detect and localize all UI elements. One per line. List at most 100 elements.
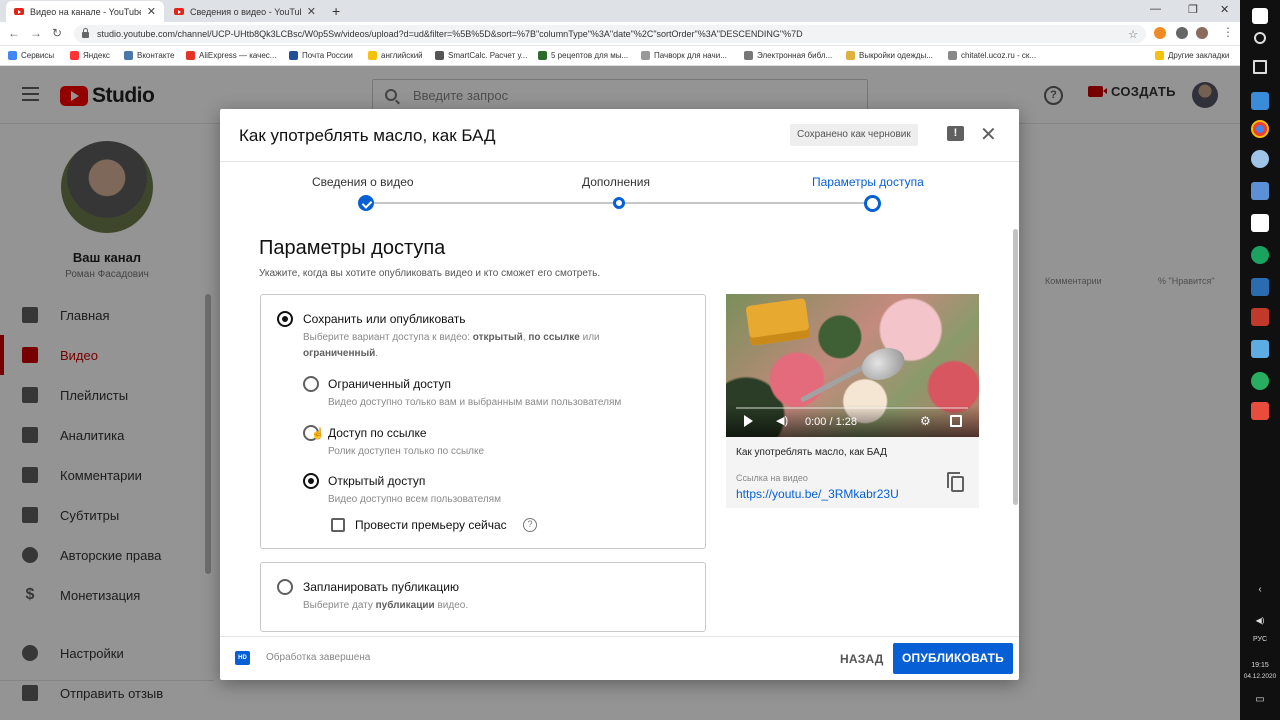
bookmark-item[interactable]: Яндекс <box>70 51 110 60</box>
app-icon[interactable] <box>1251 372 1269 390</box>
player-progress-bar[interactable] <box>736 407 968 409</box>
hd-badge: HD <box>235 651 250 665</box>
hint-text: или <box>579 332 600 343</box>
reload-icon[interactable]: ↻ <box>52 26 62 40</box>
back-button[interactable]: НАЗАД <box>834 644 890 674</box>
publish-button[interactable]: ОПУБЛИКОВАТЬ <box>893 643 1013 674</box>
video-link[interactable]: https://youtu.be/_3RMkabr23U <box>736 487 899 501</box>
private-radio[interactable] <box>303 376 319 392</box>
preview-video-title: Как употреблять масло, как БАД <box>736 447 887 458</box>
close-window-icon[interactable]: ✕ <box>1220 3 1229 16</box>
other-bookmarks[interactable]: Другие закладки <box>1155 51 1229 60</box>
app-icon[interactable] <box>1251 278 1269 296</box>
schedule-card: Запланировать публикацию Выберите дату п… <box>260 562 706 632</box>
bookmark-item[interactable]: 5 рецептов для мы... <box>538 51 628 60</box>
step-dot[interactable] <box>613 197 625 209</box>
browser-tab-studio-videos[interactable]: Видео на канале - YouTube Studi ✕ <box>6 1 164 22</box>
search-icon[interactable] <box>1254 32 1266 44</box>
hint-text: . <box>375 348 379 359</box>
sewing-icon <box>846 51 855 60</box>
save-publish-radio[interactable] <box>277 311 293 327</box>
app-icon[interactable] <box>1251 92 1269 110</box>
bookmark-item[interactable]: английский <box>368 51 423 60</box>
minimize-icon[interactable]: — <box>1150 3 1161 15</box>
back-arrow-icon[interactable]: ← <box>8 26 20 40</box>
bookmark-item[interactable]: Вконтакте <box>124 51 174 60</box>
bookmark-item[interactable]: Выкройки одежды... <box>846 51 933 60</box>
tray-chevron-icon[interactable]: ‹ <box>1240 584 1280 595</box>
bookmark-star-icon[interactable]: ☆ <box>1128 28 1138 41</box>
copy-icon[interactable] <box>947 472 964 492</box>
fullscreen-icon[interactable] <box>950 415 962 427</box>
step-current-dot[interactable] <box>864 195 881 212</box>
volume-icon[interactable]: ◀) <box>776 416 788 427</box>
notifications-icon[interactable]: ▭ <box>1240 694 1280 705</box>
close-tab-icon[interactable]: ✕ <box>307 5 316 18</box>
library-icon <box>744 51 753 60</box>
clock-date[interactable]: 04.12.2020 <box>1240 673 1280 680</box>
schedule-radio[interactable] <box>277 579 293 595</box>
save-publish-hint: Выберите вариант доступа к видео: открыт… <box>303 332 600 343</box>
volume-tray-icon[interactable]: ◀) <box>1240 616 1280 625</box>
tab-title: Видео на канале - YouTube Studi <box>30 6 141 17</box>
smartcalc-icon <box>435 51 444 60</box>
app-icon[interactable] <box>1251 308 1269 326</box>
bookmark-label: SmartCalc. Расчет у... <box>448 51 528 60</box>
browser-menu-icon[interactable]: ⋮ <box>1222 25 1234 39</box>
task-view-icon[interactable] <box>1253 60 1267 74</box>
gear-icon[interactable]: ⚙ <box>920 415 931 427</box>
extension-icon[interactable] <box>1154 27 1166 39</box>
bookmark-item[interactable]: AliExpress — качес... <box>186 51 276 60</box>
language-indicator[interactable]: РУС <box>1240 636 1280 643</box>
close-icon[interactable]: ✕ <box>980 122 997 147</box>
app-icon[interactable] <box>1251 150 1269 168</box>
profile-avatar-icon[interactable] <box>1196 27 1208 39</box>
bookmark-item[interactable]: chitatel.ucoz.ru - ск... <box>948 51 1036 60</box>
restore-icon[interactable]: ❐ <box>1188 3 1198 16</box>
vk-icon <box>124 51 133 60</box>
bookmark-item[interactable]: Электронная библ... <box>744 51 832 60</box>
premiere-checkbox[interactable] <box>331 518 345 532</box>
step-visibility[interactable]: Параметры доступа <box>812 175 924 189</box>
extensions-puzzle-icon[interactable] <box>1176 27 1188 39</box>
close-tab-icon[interactable]: ✕ <box>147 5 156 18</box>
lock-icon <box>82 28 89 38</box>
step-extras[interactable]: Дополнения <box>582 175 650 189</box>
clock-time[interactable]: 19:15 <box>1240 662 1280 669</box>
app-icon[interactable] <box>1251 214 1269 232</box>
video-player[interactable]: ◀) 0:00 / 1:28 ⚙ <box>726 294 979 437</box>
chrome-icon[interactable] <box>1251 120 1269 138</box>
step-done-check-icon[interactable] <box>358 195 374 211</box>
youtube-favicon-icon <box>14 8 24 15</box>
app-icon[interactable] <box>1251 182 1269 200</box>
public-radio[interactable] <box>303 473 319 489</box>
ucoz-icon <box>948 51 957 60</box>
app-icon[interactable] <box>1251 340 1269 358</box>
report-feedback-icon[interactable]: ! <box>947 126 964 141</box>
player-time: 0:00 / 1:28 <box>805 416 857 428</box>
page-icon <box>641 51 650 60</box>
address-bar[interactable]: studio.youtube.com/channel/UCP-UHtb8Qk3L… <box>74 25 1146 43</box>
save-publish-card: Сохранить или опубликовать Выберите вари… <box>260 294 706 549</box>
footer-divider <box>220 636 1019 637</box>
bookmark-item[interactable]: Пачворк для начи... <box>641 51 727 60</box>
play-icon[interactable] <box>744 415 753 427</box>
dialog-scrollbar[interactable] <box>1013 229 1018 505</box>
bookmark-item[interactable]: Сервисы <box>8 51 54 60</box>
bookmark-label: Выкройки одежды... <box>859 51 933 60</box>
unlisted-hint: Ролик доступен только по ссылке <box>328 446 485 457</box>
app-icon[interactable] <box>1251 246 1269 264</box>
step-details[interactable]: Сведения о видео <box>312 175 414 189</box>
bookmark-label: Другие закладки <box>1168 51 1230 60</box>
bookmark-item[interactable]: Почта России <box>289 51 353 60</box>
help-circle-icon[interactable]: ? <box>523 518 537 532</box>
app-icon[interactable] <box>1251 402 1269 420</box>
browser-tab-video-details[interactable]: Сведения о видео - YouTube Stu ✕ <box>166 1 324 22</box>
bookmark-item[interactable]: SmartCalc. Расчет у... <box>435 51 527 60</box>
forward-arrow-icon[interactable]: → <box>30 26 42 40</box>
bookmark-label: английский <box>381 51 423 60</box>
browser-toolbar: ← → ↻ studio.youtube.com/channel/UCP-UHt… <box>0 22 1240 46</box>
windows-start-icon[interactable] <box>1252 8 1268 24</box>
url-text: studio.youtube.com/channel/UCP-UHtb8Qk3L… <box>97 29 803 39</box>
new-tab-button[interactable]: + <box>332 3 340 19</box>
